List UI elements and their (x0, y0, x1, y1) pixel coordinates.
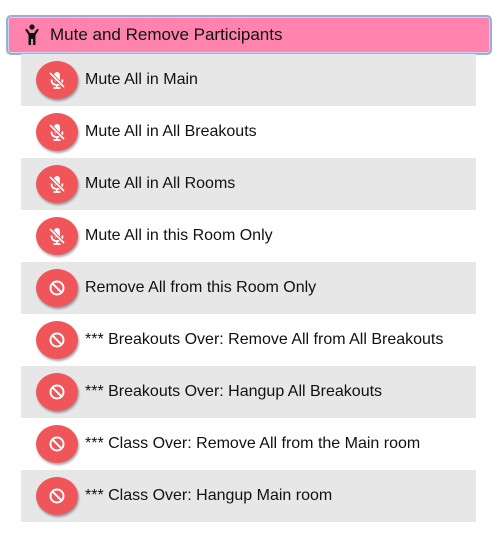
mic-muted-icon (36, 165, 78, 203)
action-list: Mute All in Main Mute All in All Breakou… (21, 54, 476, 522)
person-icon (21, 23, 43, 47)
prohibited-icon (36, 269, 78, 307)
mic-muted-icon (36, 217, 78, 255)
prohibited-icon (36, 425, 78, 463)
mute-all-main-button[interactable]: Mute All in Main (21, 54, 476, 106)
item-label: *** Class Over: Hangup Main room (85, 487, 333, 504)
remove-all-breakouts-button[interactable]: *** Breakouts Over: Remove All from All … (21, 314, 476, 366)
mic-muted-icon (36, 61, 78, 99)
item-label: *** Breakouts Over: Hangup All Breakouts (85, 383, 383, 400)
mute-all-breakouts-button[interactable]: Mute All in All Breakouts (21, 106, 476, 158)
item-label: *** Breakouts Over: Remove All from All … (85, 331, 444, 348)
prohibited-icon (36, 477, 78, 515)
remove-all-this-room-button[interactable]: Remove All from this Room Only (21, 262, 476, 314)
item-label: Mute All in Main (85, 71, 198, 88)
item-label: Mute All in this Room Only (85, 227, 273, 244)
item-label: *** Class Over: Remove All from the Main… (85, 435, 421, 452)
mute-all-this-room-button[interactable]: Mute All in this Room Only (21, 210, 476, 262)
prohibited-icon (36, 321, 78, 359)
prohibited-icon (36, 373, 78, 411)
remove-all-main-room-button[interactable]: *** Class Over: Remove All from the Main… (21, 418, 476, 470)
mic-muted-icon (36, 113, 78, 151)
item-label: Mute All in All Rooms (85, 175, 236, 192)
mute-all-rooms-button[interactable]: Mute All in All Rooms (21, 158, 476, 210)
item-label: Mute All in All Breakouts (85, 123, 257, 140)
hangup-all-breakouts-button[interactable]: *** Breakouts Over: Hangup All Breakouts (21, 366, 476, 418)
section-title: Mute and Remove Participants (50, 25, 283, 44)
section-header[interactable]: Mute and Remove Participants (6, 15, 492, 55)
hangup-main-room-button[interactable]: *** Class Over: Hangup Main room (21, 470, 476, 522)
item-label: Remove All from this Room Only (85, 279, 317, 296)
